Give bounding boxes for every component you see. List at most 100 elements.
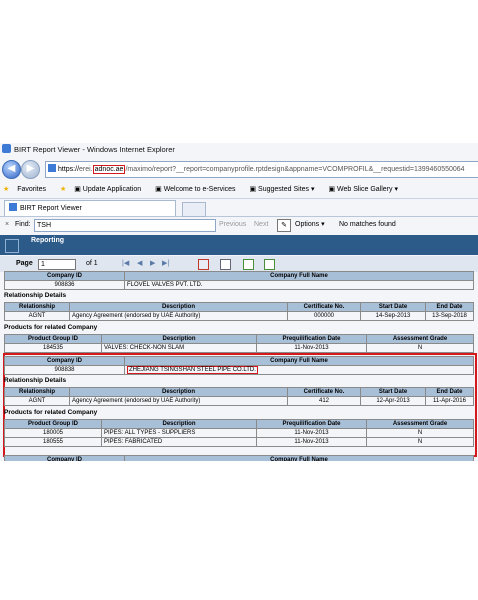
col-start-date: Start Date [360,387,426,397]
favorites-label: Favorites [17,186,47,193]
cell-product-id: 180005 [4,428,102,438]
fav-item-web-slice[interactable]: ▣ Web Slice Gallery ▾ [328,186,404,193]
last-page-icon[interactable]: ▶| [162,256,169,272]
url-subdomain: erei. [79,166,93,173]
ie-icon [2,144,11,153]
report-header-title: Reporting [31,237,65,244]
col-certificate: Certificate No. [287,302,361,312]
cell-grade: N [366,437,474,447]
products-table: Product Group ID Description Prequilificat… [4,334,474,353]
page-icon [9,203,17,211]
cell-relationship: AGNT [4,396,70,406]
fav-item-welcome[interactable]: ▣ Welcome to e-Services [155,186,241,193]
cell-start-date: 14-Sep-2013 [360,311,426,321]
report-header-bar: Reporting [0,235,478,255]
company-name-highlight: ZHEJIANG TSINGSHAN STEEL PIPE CO.LTD. [127,366,258,374]
col-company-full-name: Company Full Name [124,271,474,281]
address-input[interactable]: https://erei. adnoc.ae/maximo/report?__re… [45,161,478,178]
cell-product-id: 184535 [4,343,102,353]
col-end-date: End Date [425,387,474,397]
window-title: BIRT Report Viewer - Windows Internet Ex… [14,145,175,154]
col-description: Description [101,334,257,344]
company-table-partial: Company ID Company Full Name [4,455,474,461]
fav-item-label: Update Application [82,186,142,193]
company-id-value: 908836 [4,280,125,290]
col-relationship: Relationship [4,387,70,397]
url-prefix: https:// [58,166,80,173]
section-relationship-details: Relationship Details [4,377,67,384]
forward-button[interactable]: ▶ [21,160,40,179]
tab-birt-report-viewer[interactable]: BIRT Report Viewer [4,200,176,216]
find-options-button[interactable]: Options ▾ [295,217,325,233]
cell-end-date: 13-Sep-2018 [425,311,474,321]
cell-certificate: 412 [287,396,361,406]
report-navigation-bar: Page 1 of 1 |◀ ◀ ▶ ▶| [0,256,478,272]
page-number-input[interactable]: 1 [38,259,76,270]
cell-date: 11-Nov-2013 [256,428,367,438]
company-name-value: FLOVEL VALVES PVT. LTD. [124,280,474,290]
col-prequal-date: Prequilification Date [256,419,367,429]
section-products-related: Products for related Company [4,409,98,416]
find-previous-button[interactable]: Previous [219,217,246,233]
section-products-related: Products for related Company [4,324,98,331]
col-relationship: Relationship [4,302,70,312]
export-icon[interactable] [243,259,254,270]
export-pdf-icon[interactable] [198,259,209,270]
find-status: No matches found [339,221,396,228]
cell-grade: N [366,343,474,353]
fav-item-suggested-sites[interactable]: ▣ Suggested Sites ▾ [249,186,320,193]
table-row: 184535 VALVES: CHECK-NON SLAM 11-Nov-2013 N [4,343,474,353]
previous-page-icon[interactable]: ◀ [137,256,142,272]
favorites-button[interactable]: ★ Favorites [3,186,52,193]
add-favorite-icon[interactable]: ★ [60,186,66,193]
col-assessment-grade: Assessment Grade [366,334,474,344]
export-data-icon[interactable] [264,259,275,270]
page-count: of 1 [86,260,98,267]
company-table: Company ID Company Full Name 908838 ZHEJIA… [4,356,474,375]
col-product-group-id: Product Group ID [4,334,102,344]
find-input[interactable]: TSH [34,219,216,232]
cell-grade: N [366,428,474,438]
address-bar-row: ◀ ▶ https://erei. adnoc.ae/maximo/report?… [0,158,478,180]
fav-item-update-application[interactable]: ▣ Update Application [74,186,147,193]
print-icon[interactable] [220,259,231,270]
col-prequal-date: Prequilification Date [256,334,367,344]
products-table: Product Group ID Description Prequilificat… [4,419,474,447]
cell-description: Agency Agreement (endorsed by UAE Author… [69,311,288,321]
tab-row: BIRT Report Viewer [0,199,478,217]
cell-product-id: 180555 [4,437,102,447]
birt-logo-icon [5,239,19,253]
cell-description: VALVES: CHECK-NON SLAM [101,343,257,353]
cell-relationship: AGNT [4,311,70,321]
next-page-icon[interactable]: ▶ [150,256,155,272]
relationship-table: Relationship Description Certificate No. St… [4,387,474,406]
find-bar: × Find: TSH Previous Next ✎ Options ▾ No… [0,217,478,233]
table-row: 180555 PIPES: FABRICATED 11-Nov-2013 N [4,437,474,447]
find-label: Find: [15,221,31,228]
col-product-group-id: Product Group ID [4,419,102,429]
first-page-icon[interactable]: |◀ [122,256,129,272]
table-row: 180005 PIPES: ALL TYPES - SUPPLIERS 11-Nov… [4,428,474,438]
url-path: /maximo/report?__report=companyprofile.r… [125,166,465,173]
page-label: Page [16,260,33,267]
cell-date: 11-Nov-2013 [256,437,367,447]
fav-item-label: Suggested Sites ▾ [258,186,315,193]
close-find-icon[interactable]: × [5,217,9,233]
cell-description: PIPES: ALL TYPES - SUPPLIERS [101,428,257,438]
page-icon [48,164,56,172]
highlight-icon[interactable]: ✎ [277,219,291,232]
col-start-date: Start Date [360,302,426,312]
browser-window: BIRT Report Viewer - Windows Internet Ex… [0,143,478,461]
cell-date: 11-Nov-2013 [256,343,367,353]
url-domain-highlight: adnoc.ae [92,165,126,174]
find-next-button[interactable]: Next [254,217,268,233]
fav-item-label: Welcome to e-Services [163,186,236,193]
favorites-bar: ★ Favorites ★ ▣ Update Application ▣ Wel… [0,181,478,199]
star-icon: ★ [3,186,10,193]
company-id-value: 908838 [4,365,125,375]
col-description: Description [101,419,257,429]
cell-end-date: 11-Apr-2016 [425,396,474,406]
back-button[interactable]: ◀ [2,160,21,179]
col-description: Description [69,302,288,312]
new-tab-button[interactable] [182,202,206,217]
